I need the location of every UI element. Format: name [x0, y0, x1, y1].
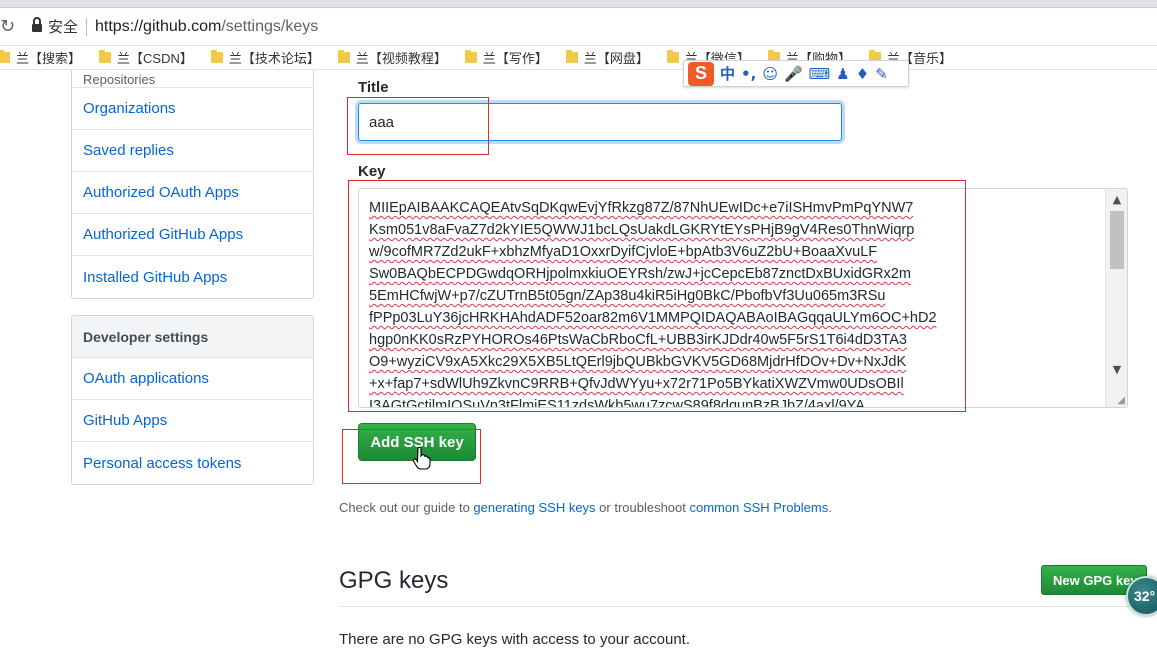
generating-ssh-keys-link[interactable]: generating SSH keys [473, 500, 595, 515]
bookmark-folder[interactable]: 兰【网盘】 [565, 48, 649, 67]
folder-icon [464, 50, 477, 63]
folder-icon [565, 50, 578, 63]
folder-icon [337, 50, 350, 63]
ssh-guide-text: Check out our guide to generating SSH ke… [339, 500, 832, 515]
bookmark-folder[interactable]: 兰【技术论坛】 [210, 48, 320, 67]
browser-tab-strip [0, 0, 1157, 8]
resize-handle-icon[interactable]: ◢ [1117, 395, 1125, 406]
gpg-keys-heading: GPG keys [339, 567, 449, 594]
sidebar-item-authorized-oauth-apps[interactable]: Authorized OAuth Apps [72, 172, 313, 214]
lock-icon [32, 16, 42, 33]
bookmarks-bar: 兰【搜索】 兰【CSDN】 兰【技术论坛】 兰【视频教程】 兰【写作】 兰【网盘… [0, 46, 1157, 70]
title-label: Title [358, 79, 389, 96]
sidebar-item-oauth-applications[interactable]: OAuth applications [72, 358, 313, 400]
folder-icon [0, 50, 10, 63]
title-input[interactable]: aaa [358, 103, 842, 141]
key-textarea[interactable]: MIIEpAIBAAKCAQEAtvSqDKqwEvjYfRkzg87Z/87N… [358, 188, 1128, 408]
scroll-up-arrow-icon[interactable]: ▲ [1106, 191, 1127, 209]
bookmark-folder[interactable]: 兰【CSDN】 [99, 48, 193, 67]
hand-cursor-icon [413, 446, 431, 470]
sidebar-item-organizations[interactable]: Organizations [72, 88, 313, 130]
wrench-icon[interactable]: ✎ [875, 65, 888, 83]
sidebar-item-authorized-github-apps[interactable]: Authorized GitHub Apps [72, 214, 313, 256]
bookmark-folder[interactable]: 兰【视频教程】 [337, 48, 447, 67]
scroll-down-arrow-icon[interactable]: ▼ [1106, 361, 1127, 379]
key-label: Key [358, 163, 386, 180]
sidebar-item-installed-github-apps[interactable]: Installed GitHub Apps [72, 256, 313, 298]
chinese-mode-icon[interactable]: 中 [720, 63, 735, 84]
punctuation-icon[interactable]: •, [741, 65, 756, 83]
sidebar-item-github-apps[interactable]: GitHub Apps [72, 400, 313, 442]
bookmark-folder[interactable]: 兰【搜索】 [0, 48, 81, 67]
skin-shirt-icon[interactable]: ♦ [856, 65, 869, 83]
sidebar-item-saved-replies[interactable]: Saved replies [72, 130, 313, 172]
secure-label: 安全 [48, 19, 79, 36]
scrollbar-thumb[interactable] [1110, 211, 1124, 269]
reload-icon[interactable]: ↻ [0, 16, 20, 37]
user-icon[interactable]: ♟ [836, 65, 849, 83]
sogou-logo-icon[interactable]: S [688, 61, 714, 86]
developer-settings-heading: Developer settings [72, 316, 313, 358]
floating-temperature-badge[interactable]: 32° [1126, 576, 1157, 616]
bookmark-folder[interactable]: 兰【写作】 [464, 48, 548, 67]
key-textarea-scrollbar[interactable]: ▲ ▼ [1105, 189, 1127, 407]
emoji-icon[interactable]: ☺ [762, 65, 778, 83]
url-text[interactable]: https://github.com/settings/keys [95, 18, 318, 36]
keyboard-icon[interactable]: ⌨ [809, 65, 831, 83]
url-separator [86, 17, 88, 36]
section-divider [339, 606, 1157, 607]
folder-icon [99, 50, 112, 63]
ime-toolbar: S 中 •, ☺ 🎤 ⌨ ♟ ♦ ✎ [683, 60, 909, 87]
address-bar[interactable]: ↻ 安全 https://github.com/settings/keys [0, 8, 1157, 46]
common-ssh-problems-link[interactable]: common SSH Problems [690, 500, 829, 515]
folder-icon [666, 50, 679, 63]
key-text: MIIEpAIBAAKCAQEAtvSqDKqwEvjYfRkzg87Z/87N… [369, 200, 937, 408]
sidebar-item-personal-access-tokens[interactable]: Personal access tokens [72, 442, 313, 484]
microphone-icon[interactable]: 🎤 [784, 65, 803, 83]
folder-icon [210, 50, 223, 63]
settings-menu: Repositories Organizations Saved replies… [71, 70, 314, 299]
no-gpg-keys-text: There are no GPG keys with access to you… [339, 631, 690, 648]
sidebar-item-repositories[interactable]: Repositories [72, 70, 313, 88]
developer-settings-menu: Developer settings OAuth applications Gi… [71, 315, 314, 485]
